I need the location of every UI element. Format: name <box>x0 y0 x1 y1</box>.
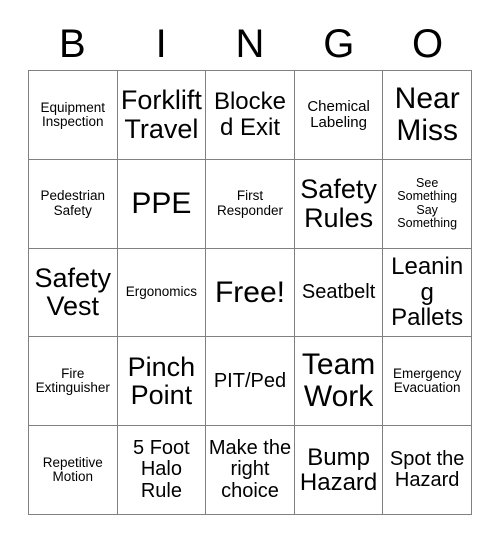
bingo-cell-label: Leaning Pallets <box>391 253 464 332</box>
bingo-cell-o2[interactable]: See Something Say Something <box>383 159 472 249</box>
bingo-cell-label: Forklift Travel <box>120 85 202 144</box>
bingo-cell-label: See Something Say Something <box>397 176 458 230</box>
bingo-cell-b1[interactable]: Equipment Inspection <box>29 71 118 160</box>
bingo-row: Fire Extinguisher Pinch Point PIT/Ped Te… <box>29 337 472 427</box>
bingo-cell-label: PPE <box>131 186 192 220</box>
bingo-cell-i5[interactable]: 5 Foot Halo Rule <box>117 426 207 515</box>
bingo-cell-label: Ergonomics <box>125 284 198 300</box>
header-letter-o: O <box>412 22 444 66</box>
bingo-cell-label: Repetitive Motion <box>42 454 103 485</box>
bingo-cell-label: Near Miss <box>394 82 460 147</box>
bingo-cell-g5[interactable]: Bump Hazard <box>294 426 384 515</box>
bingo-cell-label: Spot the Hazard <box>389 447 465 492</box>
bingo-cell-n2[interactable]: First Responder <box>206 159 295 249</box>
bingo-cell-o3[interactable]: Leaning Pallets <box>383 248 472 338</box>
bingo-cell-g1[interactable]: Chemical Labeling <box>294 71 384 160</box>
bingo-cell-g4[interactable]: Team Work <box>294 337 384 427</box>
bingo-cell-label: Fire Extinguisher <box>35 365 110 396</box>
header-letter-n: N <box>235 22 265 66</box>
bingo-cell-b3[interactable]: Safety Vest <box>29 248 118 338</box>
bingo-row: Equipment Inspection Forklift Travel Blo… <box>29 71 472 160</box>
bingo-cell-label: Safety Rules <box>300 174 377 233</box>
bingo-cell-label: Bump Hazard <box>299 443 378 497</box>
bingo-cell-g3[interactable]: Seatbelt <box>294 248 384 338</box>
bingo-cell-b2[interactable]: Pedestrian Safety <box>29 159 118 249</box>
bingo-cell-n5[interactable]: Make the right choice <box>206 426 295 515</box>
bingo-cell-label: Chemical Labeling <box>307 98 370 131</box>
bingo-card: B I N G O Equipment Inspection Forklift … <box>0 0 500 544</box>
bingo-cell-label: Seatbelt <box>301 280 376 303</box>
bingo-cell-o1[interactable]: Near Miss <box>383 71 472 160</box>
bingo-cell-i2[interactable]: PPE <box>117 159 207 249</box>
bingo-cell-label: 5 Foot Halo Rule <box>133 437 190 502</box>
header-letter-i: I <box>155 22 167 66</box>
bingo-row: Repetitive Motion 5 Foot Halo Rule Make … <box>29 426 472 515</box>
bingo-row: Safety Vest Ergonomics Free! Seatbelt Le… <box>29 248 472 338</box>
bingo-cell-label: First Responder <box>216 188 283 218</box>
bingo-cell-label: Equipment Inspection <box>40 99 106 129</box>
bingo-cell-i3[interactable]: Ergonomics <box>117 248 207 338</box>
bingo-cell-b5[interactable]: Repetitive Motion <box>29 426 118 515</box>
bingo-cell-label: Make the right choice <box>208 437 292 502</box>
bingo-cell-label: Emergency Evacuation <box>393 365 462 396</box>
bingo-row: Pedestrian Safety PPE First Responder Sa… <box>29 159 472 249</box>
bingo-cell-o4[interactable]: Emergency Evacuation <box>383 337 472 427</box>
bingo-cell-label: PIT/Ped <box>213 369 287 392</box>
bingo-cell-label: Pinch Point <box>127 351 196 411</box>
bingo-cell-i4[interactable]: Pinch Point <box>117 337 207 427</box>
bingo-cell-label: Safety Vest <box>34 262 112 322</box>
bingo-cell-n4[interactable]: PIT/Ped <box>206 337 295 427</box>
bingo-cell-label: Blocked Exit <box>213 88 286 141</box>
bingo-cell-label: Pedestrian Safety <box>40 188 106 218</box>
header-letter-g: G <box>323 22 355 66</box>
header-letter-b: B <box>59 22 86 66</box>
bingo-header: B I N G O <box>28 18 472 70</box>
bingo-cell-label: Team Work <box>301 348 376 414</box>
bingo-cell-b4[interactable]: Fire Extinguisher <box>29 337 118 427</box>
bingo-cell-free-space[interactable]: Free! <box>206 248 295 338</box>
bingo-free-space-label: Free! <box>214 275 285 309</box>
bingo-cell-o5[interactable]: Spot the Hazard <box>383 426 472 515</box>
bingo-cell-n1[interactable]: Blocked Exit <box>206 71 295 160</box>
bingo-cell-g2[interactable]: Safety Rules <box>294 159 384 249</box>
bingo-cell-i1[interactable]: Forklift Travel <box>117 71 207 160</box>
bingo-grid: Equipment Inspection Forklift Travel Blo… <box>28 70 472 515</box>
